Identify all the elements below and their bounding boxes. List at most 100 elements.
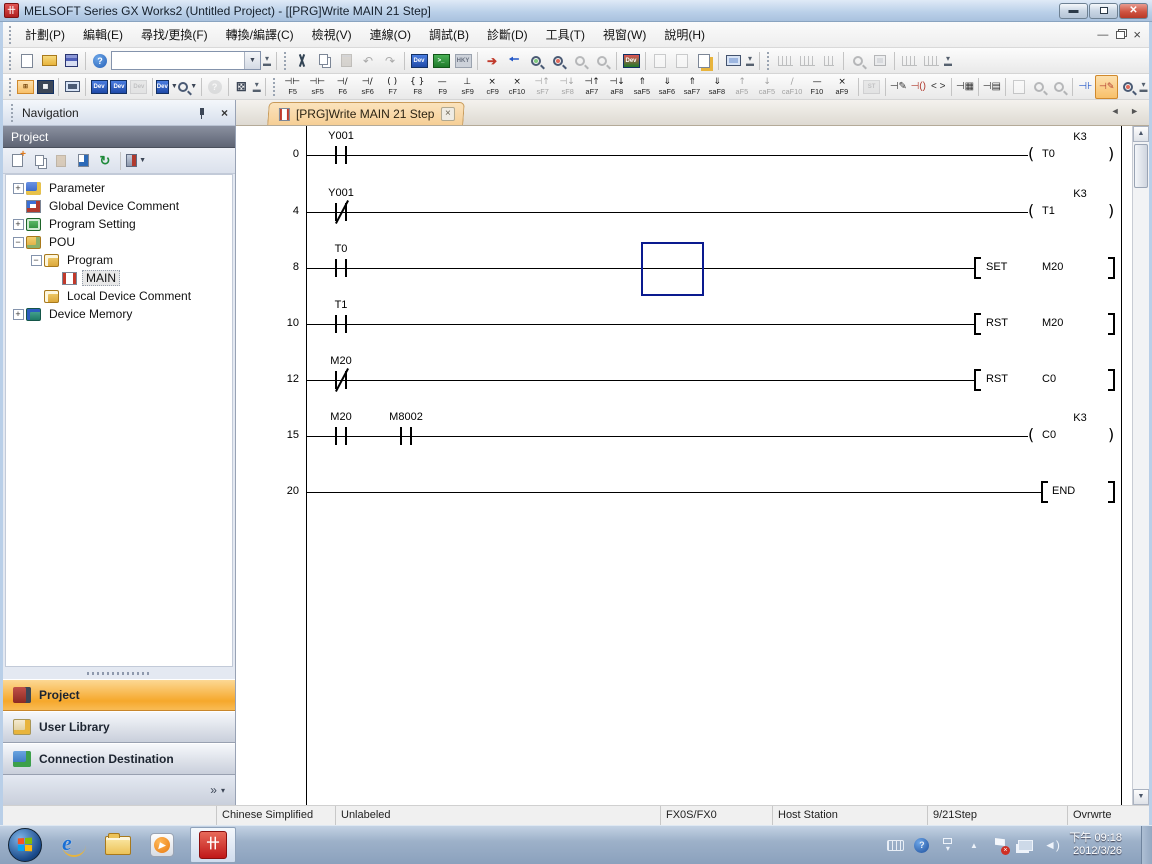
note-jump-icon[interactable] <box>693 50 715 72</box>
coil-device[interactable]: T0 <box>1042 148 1055 160</box>
write-to-plc-icon[interactable]: ➔ <box>481 50 503 72</box>
ladder-symbol-button[interactable]: × aF9 <box>830 75 855 99</box>
ladder-symbol-button[interactable]: — F9 <box>430 75 455 99</box>
ladder-symbol-button[interactable]: — F10 <box>805 75 830 99</box>
nav-more-buttons[interactable]: »▾ <box>3 775 235 805</box>
tree-item[interactable]: Local Device Comment <box>6 287 232 305</box>
taskbar-clock[interactable]: 下午 09:18 2012/3/26 <box>1069 832 1126 858</box>
gx-works2-taskbar-button[interactable]: 卄 <box>190 827 236 863</box>
ladder-symbol-button[interactable]: ↑ aF5 <box>730 75 755 99</box>
help-tray-icon[interactable]: ? <box>913 838 930 853</box>
find-instruction-icon[interactable] <box>547 50 569 72</box>
contact-no[interactable]: M8002 <box>400 427 412 445</box>
device-display-icon[interactable]: Dev <box>620 50 642 72</box>
project-select-combobox[interactable]: ▼ <box>111 51 261 70</box>
device-view-icon[interactable]: Dev▼ <box>156 76 178 98</box>
ladder-symbol-button[interactable]: ⊣⊢ sF5 <box>305 75 330 99</box>
instruction-device[interactable]: M20 <box>1042 261 1063 273</box>
edit-rung-icon[interactable]: < > <box>928 76 948 98</box>
media-player-icon[interactable]: ▶ <box>147 830 177 860</box>
menu-item[interactable]: 診斷(D) <box>478 23 537 46</box>
scrollbar-thumb[interactable] <box>1134 144 1148 188</box>
tab-close-icon[interactable]: × <box>440 107 454 121</box>
device-monitor-icon[interactable]: >_ <box>430 50 452 72</box>
menu-item[interactable]: 說明(H) <box>655 23 714 46</box>
refresh-icon[interactable]: ↻ <box>95 151 115 171</box>
tab-main-program[interactable]: [PRG]Write MAIN 21 Step × <box>267 102 464 125</box>
toolbar-overflow-icon[interactable]: ▾▬ <box>1138 76 1149 98</box>
tree-item[interactable]: Global Device Comment <box>6 197 232 215</box>
tree-expand-icon[interactable]: − <box>31 255 42 266</box>
menu-item[interactable]: 檢視(V) <box>303 23 361 46</box>
tree-item[interactable]: + Device Memory <box>6 305 232 323</box>
output-window-icon[interactable] <box>62 76 82 98</box>
ladder-edit-mode-button[interactable]: ⊣✎ <box>1095 75 1118 99</box>
ladder-symbol-button[interactable]: ⊥ sF9 <box>455 75 480 99</box>
contact-no[interactable]: T0 <box>335 259 347 277</box>
tree-expand-icon[interactable]: + <box>13 183 24 194</box>
device-table-icon[interactable]: ⊣▦ <box>955 76 975 98</box>
toolbar-overflow-icon[interactable]: ▾▬ <box>744 50 756 72</box>
contact-no[interactable]: T1 <box>335 315 347 333</box>
volume-icon[interactable]: ◄) <box>1043 838 1060 853</box>
ladder-symbol-button[interactable]: ⊣↓ sF8 <box>555 75 580 99</box>
show-hidden-icons[interactable]: ▲ <box>965 838 982 853</box>
contact-no[interactable]: Y001 <box>335 146 347 164</box>
menu-item[interactable]: 計劃(P) <box>16 23 74 46</box>
window-tray-icon[interactable]: ▾ <box>939 838 956 853</box>
ladder-symbol-button[interactable]: ⊣⊢ F5 <box>280 75 305 99</box>
mdi-close-button[interactable]: × <box>1133 27 1141 42</box>
open-project-icon[interactable] <box>38 50 60 72</box>
tab-scroll-arrows[interactable]: ◄ ► <box>1111 106 1143 116</box>
menu-item[interactable]: 視窗(W) <box>594 23 655 46</box>
instruction-device[interactable]: M20 <box>1042 317 1063 329</box>
ladder-symbol-button[interactable]: ⇑ saF7 <box>680 75 705 99</box>
property-icon[interactable] <box>73 151 93 171</box>
minimize-button[interactable]: ▬ <box>1059 3 1088 19</box>
navigation-close-icon[interactable]: × <box>218 106 231 120</box>
ladder-symbol-button[interactable]: ↓ caF5 <box>755 75 780 99</box>
tree-item[interactable]: − POU <box>6 233 232 251</box>
close-button[interactable]: ✕ <box>1119 3 1148 19</box>
device-list-icon[interactable]: Dev <box>109 76 129 98</box>
program-parts-icon[interactable]: ▦ <box>35 76 55 98</box>
device-find-icon[interactable]: Dev <box>89 76 109 98</box>
toolbar-overflow-icon[interactable]: ▾▬ <box>942 50 954 72</box>
hotkey-icon[interactable]: HKY <box>452 50 474 72</box>
contact-nc[interactable]: Y001 <box>335 203 347 221</box>
instruction-op[interactable]: RST <box>986 317 1008 329</box>
file-explorer-icon[interactable] <box>103 830 133 860</box>
ladder-symbol-button[interactable]: ⊣/ sF6 <box>355 75 380 99</box>
ladder-symbol-button[interactable]: × cF10 <box>505 75 530 99</box>
navigation-toggle-icon[interactable]: ⊞ <box>16 76 36 98</box>
save-project-icon[interactable] <box>60 50 82 72</box>
input-method-icon[interactable] <box>887 838 904 853</box>
find-device-icon[interactable] <box>525 50 547 72</box>
ladder-symbol-button[interactable]: ⇓ saF8 <box>705 75 730 99</box>
scroll-up-icon[interactable]: ▲ <box>1133 126 1149 142</box>
contact-nc[interactable]: M20 <box>335 371 347 389</box>
restore-button[interactable] <box>1089 3 1118 19</box>
combo-dropdown-icon[interactable]: ▼ <box>244 52 260 69</box>
mdi-minimize-button[interactable]: — <box>1097 29 1108 41</box>
mdi-restore-button[interactable] <box>1116 31 1125 39</box>
sort-filter-icon[interactable]: ▼ <box>126 151 146 171</box>
tree-item[interactable]: MAIN <box>6 269 232 287</box>
edit-contact-icon[interactable]: ⊣✎ <box>888 76 908 98</box>
ladder-zoom-icon[interactable] <box>1118 76 1138 98</box>
copy-icon[interactable] <box>313 50 335 72</box>
internet-explorer-icon[interactable]: e <box>59 830 89 860</box>
help-icon[interactable]: ? <box>89 50 111 72</box>
new-project-icon[interactable] <box>16 50 38 72</box>
instruction-op[interactable]: RST <box>986 373 1008 385</box>
tree-expand-icon[interactable]: + <box>13 219 24 230</box>
ladder-symbol-button[interactable]: / caF10 <box>780 75 805 99</box>
device-search-icon[interactable]: ▼ <box>178 76 198 98</box>
instruction-op[interactable]: END <box>1052 485 1075 497</box>
ladder-symbol-button[interactable]: ⇓ saF6 <box>655 75 680 99</box>
copy-data-icon[interactable] <box>29 151 49 171</box>
comment-table-icon[interactable]: ⊣▤ <box>982 76 1002 98</box>
pin-icon[interactable] <box>196 107 208 119</box>
ladder-canvas[interactable]: 0 Y001 K3 ( T0 ) 4 <box>236 126 1149 805</box>
menu-item[interactable]: 工具(T) <box>537 23 594 46</box>
